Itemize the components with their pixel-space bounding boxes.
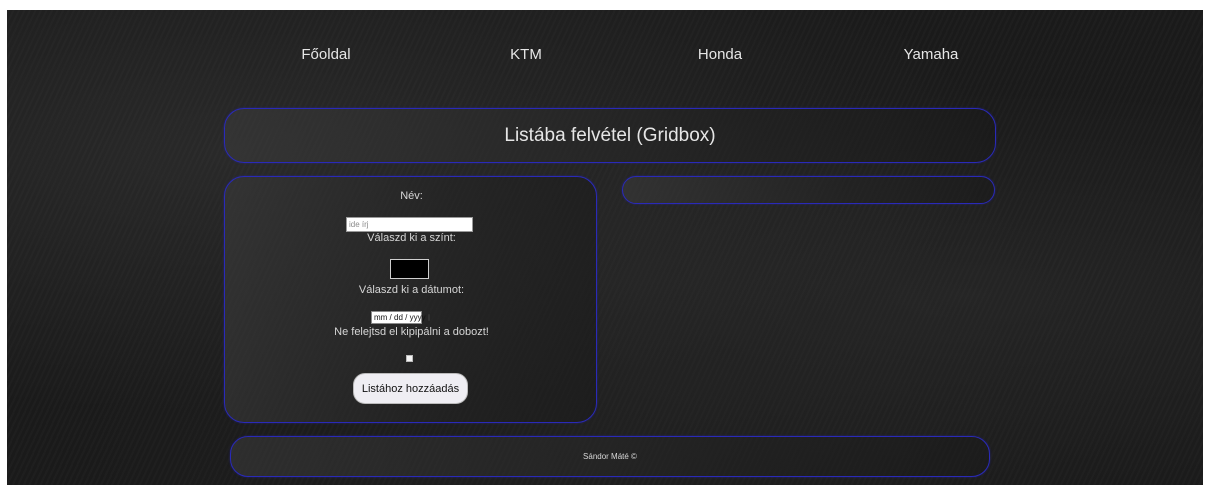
top-nav: Főoldal KTM Honda Yamaha bbox=[7, 10, 1203, 100]
nav-item-yamaha[interactable]: Yamaha bbox=[904, 46, 959, 63]
nav-item-ktm[interactable]: KTM bbox=[510, 46, 542, 63]
date-placeholder: mm / dd / yyyy bbox=[374, 313, 426, 322]
page: Főoldal KTM Honda Yamaha Listába felvéte… bbox=[7, 10, 1203, 485]
title-panel: Listába felvétel (Gridbox) bbox=[224, 108, 996, 163]
calendar-icon[interactable] bbox=[427, 314, 430, 321]
checkbox-label: Ne felejtsd el kipipálni a dobozt! bbox=[334, 326, 489, 338]
footer-text: Sándor Máté © bbox=[583, 452, 637, 461]
list-panel bbox=[622, 176, 995, 204]
add-to-list-button[interactable]: Listához hozzáadás bbox=[353, 373, 468, 404]
name-label: Név: bbox=[400, 190, 423, 202]
name-input[interactable] bbox=[346, 217, 473, 232]
page-title: Listába felvétel (Gridbox) bbox=[504, 124, 716, 146]
footer-panel: Sándor Máté © bbox=[230, 436, 990, 477]
date-label: Válaszd ki a dátumot: bbox=[358, 284, 465, 296]
color-label: Válaszd ki a színt: bbox=[367, 232, 456, 244]
color-picker[interactable] bbox=[390, 259, 429, 279]
nav-item-fooldal[interactable]: Főoldal bbox=[301, 46, 350, 63]
date-input[interactable]: mm / dd / yyyy bbox=[371, 311, 430, 324]
form-panel: Név: Válaszd ki a színt: Válaszd ki a dá… bbox=[224, 176, 597, 423]
nav-item-honda[interactable]: Honda bbox=[698, 46, 742, 63]
reminder-checkbox[interactable] bbox=[406, 355, 413, 362]
